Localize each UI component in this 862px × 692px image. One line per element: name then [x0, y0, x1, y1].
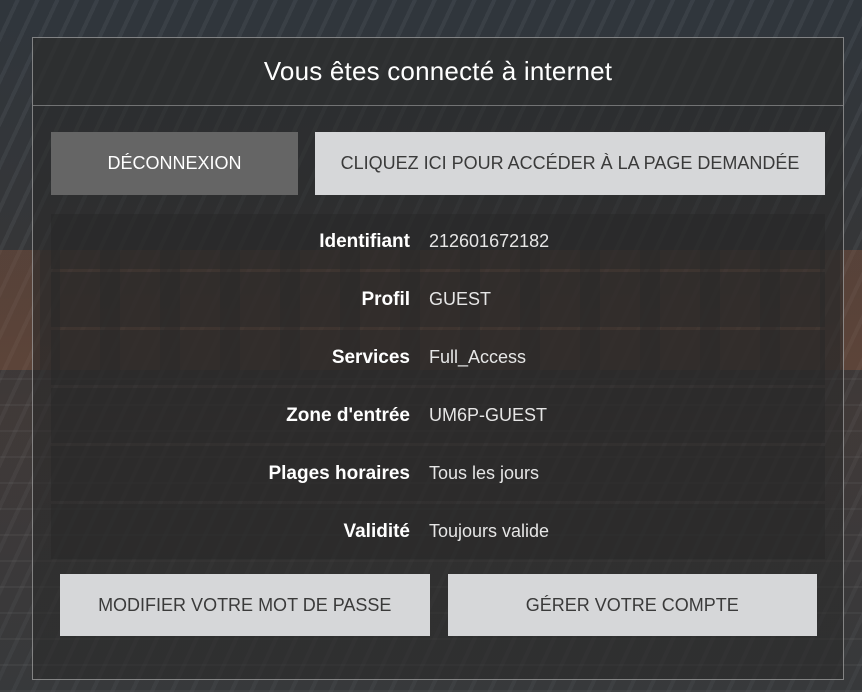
page-title: Vous êtes connecté à internet	[263, 56, 613, 86]
info-label: Services	[331, 346, 410, 368]
panel-header: Vous êtes connecté à internet	[33, 38, 843, 106]
top-actions: DÉCONNEXION CLIQUEZ ICI POUR ACCÉDER À L…	[51, 132, 825, 195]
info-value: Full_Access	[429, 347, 527, 367]
info-value: GUEST	[429, 289, 492, 309]
info-row-zone: Zone d'entrée UM6P-GUEST	[51, 388, 825, 443]
info-row-validite: Validité Toujours valide	[51, 504, 825, 559]
info-label: Plages horaires	[268, 462, 410, 484]
info-label: Zone d'entrée	[286, 404, 410, 426]
info-label: Profil	[361, 288, 410, 310]
manage-account-button[interactable]: GÉRER VOTRE COMPTE	[447, 574, 817, 636]
connection-panel: Vous êtes connecté à internet DÉCONNEXIO…	[32, 37, 844, 680]
info-value: 212601672182	[429, 231, 550, 251]
info-value: Toujours valide	[429, 521, 550, 541]
info-value: UM6P-GUEST	[429, 405, 548, 425]
info-label: Validité	[343, 520, 410, 542]
info-row-plages-horaires: Plages horaires Tous les jours	[51, 446, 825, 501]
account-info-table: Identifiant 212601672182 Profil GUEST Se…	[51, 214, 825, 562]
info-row-identifiant: Identifiant 212601672182	[51, 214, 825, 269]
info-label: Identifiant	[319, 230, 410, 252]
info-value: Tous les jours	[429, 463, 540, 483]
info-row-services: Services Full_Access	[51, 330, 825, 385]
bottom-actions: MODIFIER VOTRE MOT DE PASSE GÉRER VOTRE …	[60, 574, 817, 636]
continue-to-page-button[interactable]: CLIQUEZ ICI POUR ACCÉDER À LA PAGE DEMAN…	[315, 132, 825, 195]
change-password-button[interactable]: MODIFIER VOTRE MOT DE PASSE	[60, 574, 430, 636]
logout-button[interactable]: DÉCONNEXION	[51, 132, 298, 195]
info-row-profil: Profil GUEST	[51, 272, 825, 327]
